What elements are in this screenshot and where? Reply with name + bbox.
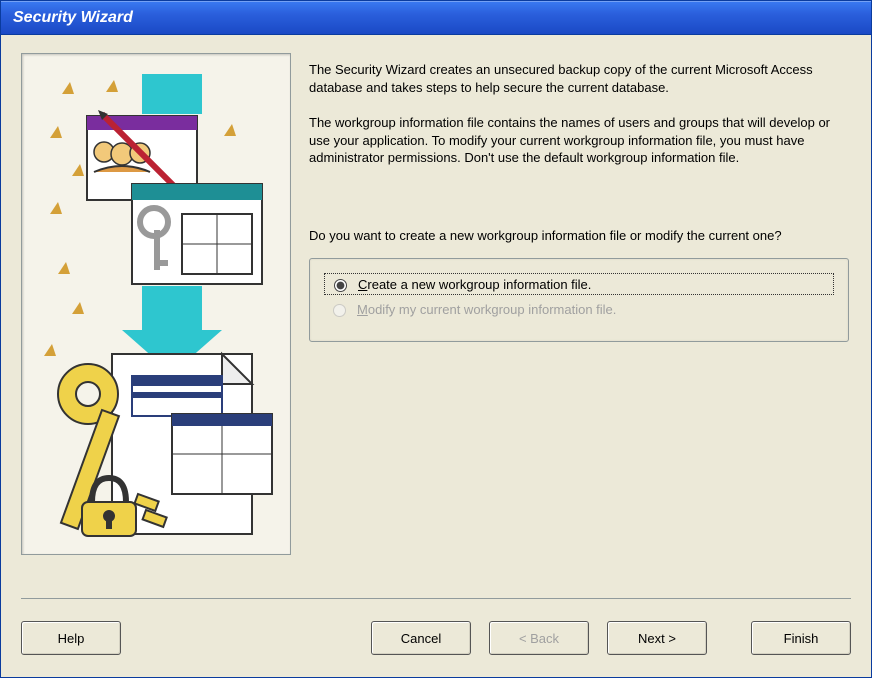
finish-button[interactable]: Finish (751, 621, 851, 655)
radio-create-new[interactable]: Create a new workgroup information file. (324, 273, 834, 295)
title-bar: Security Wizard (1, 1, 871, 35)
question-text: Do you want to create a new workgroup in… (309, 227, 851, 245)
next-button[interactable]: Next > (607, 621, 707, 655)
content-area: The Security Wizard creates an unsecured… (1, 35, 871, 598)
workgroup-option-group: Create a new workgroup information file.… (309, 258, 849, 342)
cancel-button[interactable]: Cancel (371, 621, 471, 655)
radio-create-new-input[interactable] (334, 279, 347, 292)
security-wizard-window: Security Wizard (0, 0, 872, 678)
window-title: Security Wizard (13, 9, 133, 27)
radio-modify-current-label: Modify my current workgroup information … (357, 302, 616, 317)
radio-modify-current-input (333, 304, 346, 317)
wizard-illustration (21, 53, 291, 555)
radio-modify-current: Modify my current workgroup information … (324, 299, 834, 319)
intro-paragraph-2: The workgroup information file contains … (309, 114, 851, 167)
help-button[interactable]: Help (21, 621, 121, 655)
radio-create-new-label: Create a new workgroup information file. (358, 277, 591, 292)
back-button: < Back (489, 621, 589, 655)
button-bar: Help Cancel < Back Next > Finish (1, 599, 871, 677)
intro-paragraph-1: The Security Wizard creates an unsecured… (309, 61, 851, 96)
text-panel: The Security Wizard creates an unsecured… (309, 53, 851, 584)
